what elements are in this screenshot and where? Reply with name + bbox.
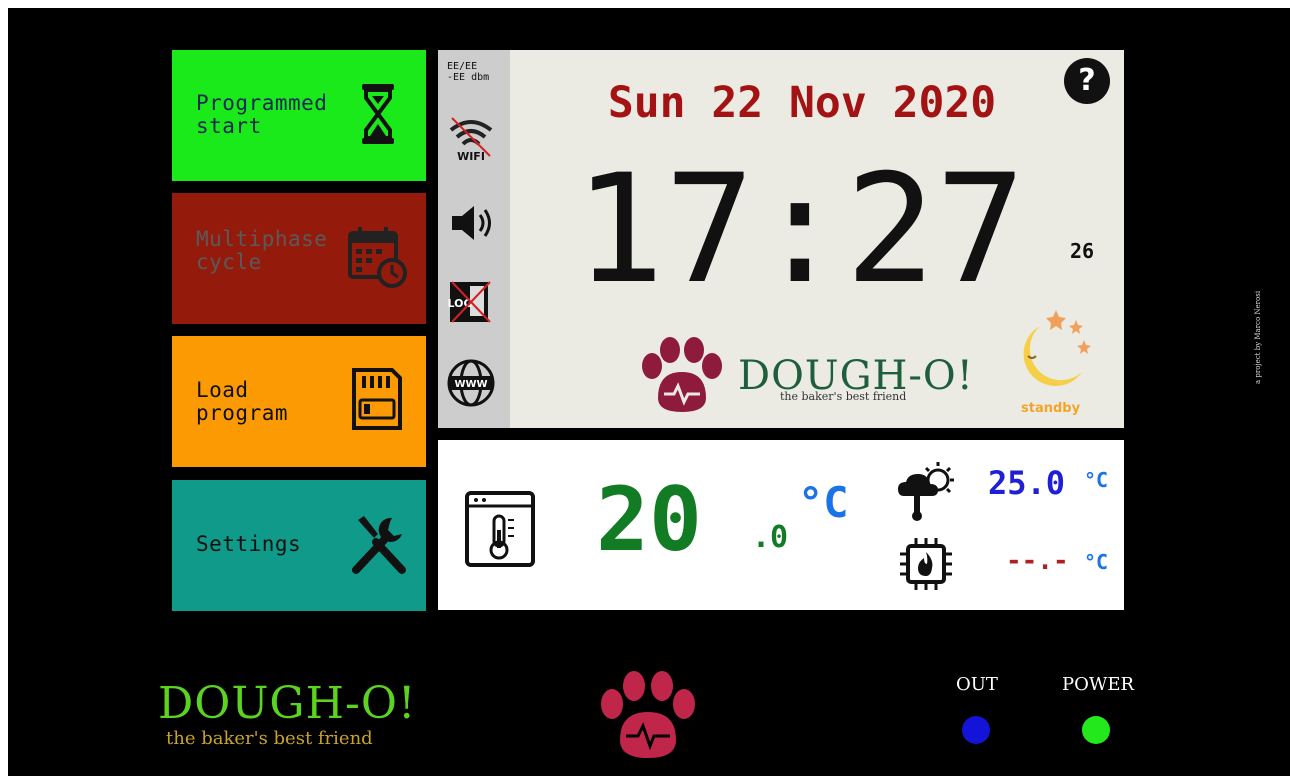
moon-stars-icon — [1023, 310, 1091, 386]
date-display: Sun 22 Nov 2020 — [607, 78, 997, 128]
footer-paw-icon — [601, 671, 695, 758]
out-led-label: OUT — [956, 674, 998, 695]
weather-thermometer-icon — [898, 462, 954, 521]
oven-temperature-unit: °C — [798, 478, 849, 527]
out-led — [962, 716, 990, 744]
globe-icon[interactable]: WWW — [446, 358, 496, 408]
wrench-screwdriver-icon — [352, 516, 406, 574]
load-program-label: Load program — [196, 378, 289, 425]
settings-button[interactable]: Settings — [172, 480, 426, 611]
signal-strength: EE/EE -EE dbm — [447, 61, 490, 83]
standby-label: standby — [1021, 401, 1081, 416]
sd-card-icon — [352, 368, 402, 430]
hourglass-icon — [362, 84, 394, 144]
cpu-temperature-unit: °C — [1084, 550, 1109, 574]
cpu-temperature: --.- — [1006, 546, 1069, 576]
oven-temperature: 20 — [596, 468, 702, 571]
load-program-button[interactable]: Load program — [172, 336, 426, 467]
power-led — [1082, 716, 1110, 744]
oven-thermometer-icon — [465, 491, 535, 567]
outdoor-temperature: 25.0 — [988, 464, 1066, 502]
settings-label: Settings — [196, 532, 302, 556]
footer-brand-tagline: the baker's best friend — [166, 728, 373, 749]
footer-brand-name: DOUGH-O! — [158, 678, 417, 729]
time-display: 17:27 — [574, 143, 1026, 317]
log-off-icon[interactable]: LOG — [446, 276, 496, 326]
oven-temperature-decimal: .0 — [752, 520, 789, 555]
seconds-display: 26 — [1070, 239, 1095, 263]
clock-panel: Sun 22 Nov 2020 17:27 26 ? DOUGH-O! the … — [510, 50, 1124, 428]
calendar-clock-icon — [348, 227, 407, 288]
temperature-panel: 20 .0 °C 25.0 °C --.- °C — [438, 440, 1124, 610]
outdoor-temperature-unit: °C — [1084, 468, 1109, 492]
multiphase-cycle-label: Multiphase cycle — [196, 227, 328, 274]
cpu-flame-icon — [900, 538, 952, 590]
www-label: WWW — [454, 379, 487, 390]
brand-tagline: the baker's best friend — [780, 390, 907, 403]
wifi-label: WIFI — [457, 150, 485, 162]
power-led-label: POWER — [1062, 674, 1135, 695]
multiphase-cycle-button[interactable]: Multiphase cycle — [172, 193, 426, 324]
speaker-icon[interactable] — [446, 198, 496, 248]
help-button[interactable]: ? — [1064, 58, 1110, 104]
programmed-start-label: Programmed start — [196, 91, 328, 138]
paw-logo-icon — [642, 337, 722, 412]
programmed-start-button[interactable]: Programmed start — [172, 50, 426, 181]
credit-text: a project by Marco Nerosi — [1254, 291, 1262, 384]
wifi-off-icon[interactable]: WIFI — [446, 112, 496, 162]
status-bar: EE/EE -EE dbm WIFI LOG WWW — [438, 50, 510, 428]
